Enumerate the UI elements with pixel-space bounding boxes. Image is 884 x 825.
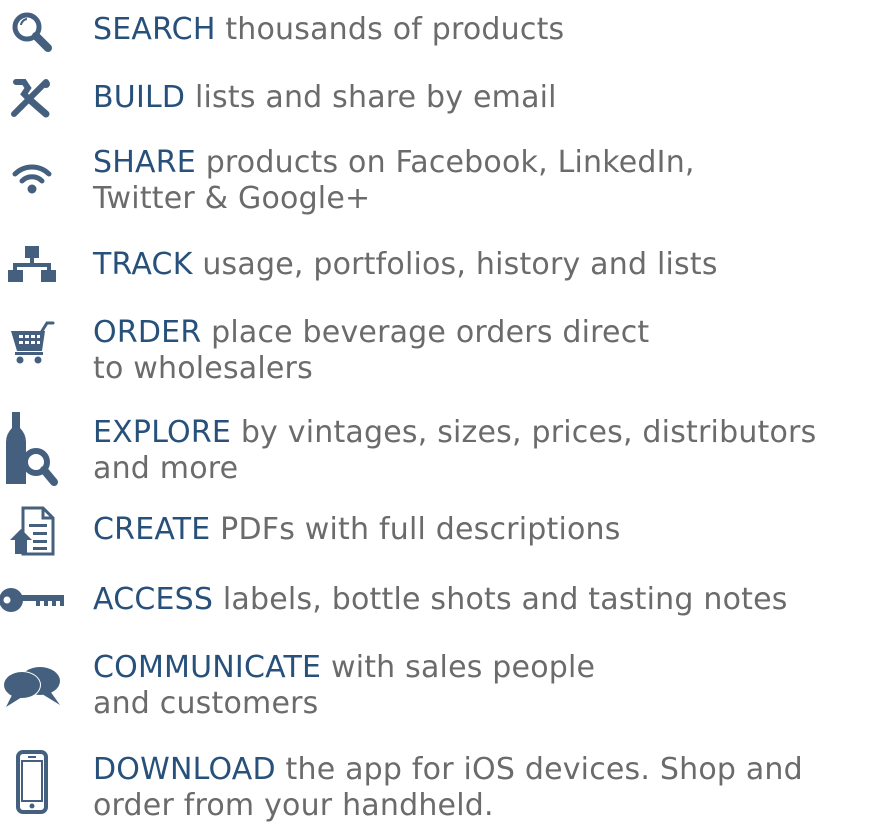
feature-line-2: and customers: [93, 686, 319, 721]
feature-text: SHARE products on Facebook, LinkedIn, Tw…: [93, 145, 884, 217]
feature-line-1: ACCESS labels, bottle shots and tasting …: [93, 582, 884, 618]
feature-keyword: EXPLORE: [93, 415, 232, 450]
feature-description: thousands of products: [225, 12, 565, 47]
feature-description: usage, portfolios, history and lists: [202, 247, 718, 282]
document-upload-icon: [0, 506, 64, 556]
feature-line-1: CREATE PDFs with full descriptions: [93, 512, 884, 548]
feature-description: products on Facebook, LinkedIn,: [205, 145, 695, 180]
feature-text: EXPLORE by vintages, sizes, prices, dist…: [93, 415, 884, 487]
feature-line-1: SHARE products on Facebook, LinkedIn,: [93, 145, 884, 181]
feature-line-1: DOWNLOAD the app for iOS devices. Shop a…: [93, 752, 884, 788]
feature-text: TRACK usage, portfolios, history and lis…: [93, 247, 884, 283]
feature-line-1: BUILD lists and share by email: [93, 80, 884, 116]
feature-text: ACCESS labels, bottle shots and tasting …: [93, 582, 884, 618]
feature-text: CREATE PDFs with full descriptions: [93, 512, 884, 548]
feature-keyword: SHARE: [93, 145, 196, 180]
feature-line-2: and more: [93, 451, 239, 486]
feature-keyword: DOWNLOAD: [93, 752, 276, 787]
feature-text: DOWNLOAD the app for iOS devices. Shop a…: [93, 752, 884, 824]
feature-keyword: BUILD: [93, 80, 186, 115]
feature-line-1: SEARCH thousands of products: [93, 12, 884, 48]
sitemap-icon: [0, 244, 64, 284]
bottle-search-icon: [0, 412, 64, 488]
feature-description: lists and share by email: [194, 80, 557, 115]
phone-icon: [0, 750, 64, 814]
cart-icon: [0, 321, 64, 365]
tools-icon: [0, 78, 64, 118]
feature-keyword: COMMUNICATE: [93, 650, 322, 685]
feature-keyword: SEARCH: [93, 12, 216, 47]
feature-text: COMMUNICATE with sales people and custom…: [93, 650, 884, 722]
feature-text: SEARCH thousands of products: [93, 12, 884, 48]
feature-keyword: ORDER: [93, 315, 202, 350]
feature-text: BUILD lists and share by email: [93, 80, 884, 116]
feature-description: by vintages, sizes, prices, distributors: [240, 415, 817, 450]
key-icon: [0, 586, 68, 614]
feature-line-2: Twitter & Google+: [93, 181, 371, 216]
feature-description: labels, bottle shots and tasting notes: [222, 582, 788, 617]
feature-text: ORDER place beverage orders direct to wh…: [93, 315, 884, 387]
feature-description: the app for iOS devices. Shop and: [285, 752, 803, 787]
feature-keyword: CREATE: [93, 512, 211, 547]
feature-line-1: ORDER place beverage orders direct: [93, 315, 884, 351]
feature-line-1: TRACK usage, portfolios, history and lis…: [93, 247, 884, 283]
feature-line-2: to wholesalers: [93, 351, 313, 386]
wifi-icon: [0, 161, 64, 195]
feature-line-1: EXPLORE by vintages, sizes, prices, dist…: [93, 415, 884, 451]
feature-description: with sales people: [330, 650, 596, 685]
chat-bubbles-icon: [0, 665, 64, 709]
feature-description: place beverage orders direct: [211, 315, 650, 350]
feature-description: PDFs with full descriptions: [220, 512, 621, 547]
feature-line-1: COMMUNICATE with sales people: [93, 650, 884, 686]
feature-keyword: TRACK: [93, 247, 193, 282]
search-icon: [0, 10, 64, 54]
feature-line-2: order from your handheld.: [93, 788, 494, 823]
feature-keyword: ACCESS: [93, 582, 214, 617]
